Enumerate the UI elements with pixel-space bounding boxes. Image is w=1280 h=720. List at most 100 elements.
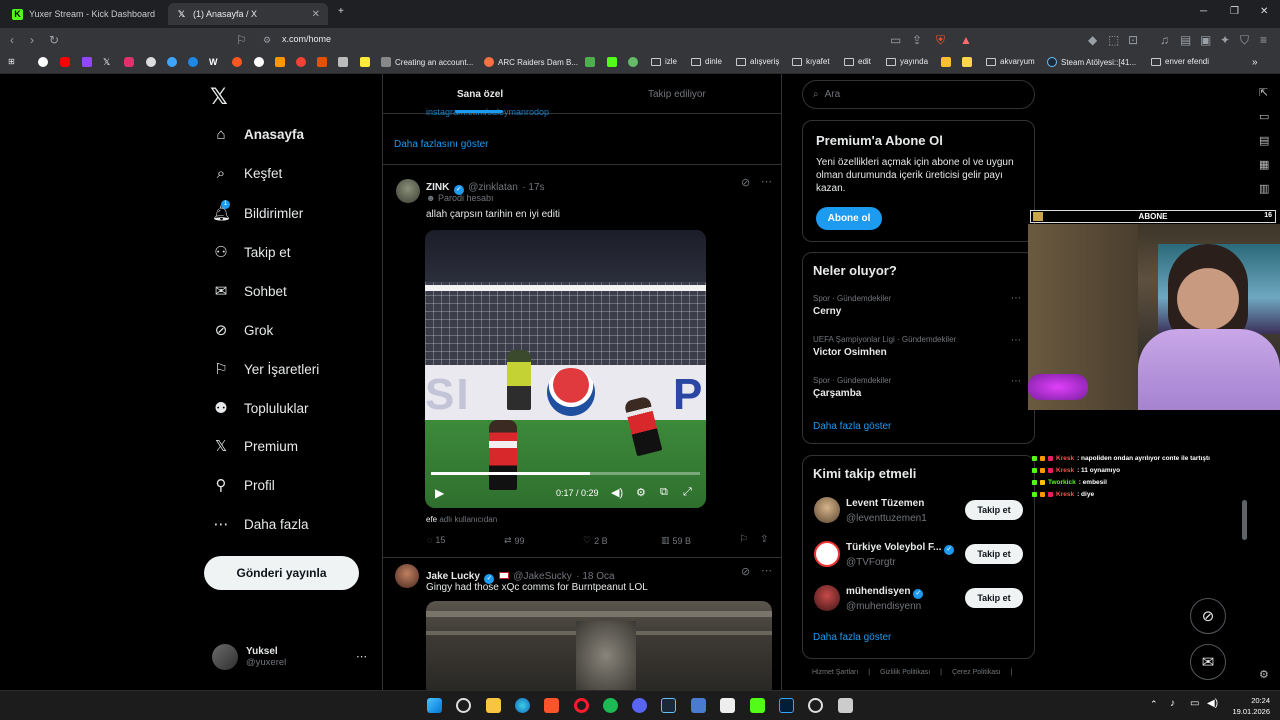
tab-x-home[interactable]: 𝕏 (1) Anasayfa / X ✕ (168, 3, 328, 25)
x-logo[interactable]: 𝕏 (210, 84, 228, 110)
tweet-handle[interactable]: @zinklatan (468, 182, 518, 193)
subscribe-button[interactable]: Abone ol (816, 207, 882, 230)
bookmark-site[interactable] (232, 57, 242, 67)
bookmark-site[interactable] (296, 57, 306, 67)
tweet-avatar[interactable] (396, 179, 420, 203)
who-show-more[interactable]: Daha fazla göster (813, 632, 891, 643)
app-icon[interactable] (838, 698, 853, 713)
screenshot-icon[interactable]: ⊡ (1128, 33, 1138, 47)
bookmark-site[interactable] (275, 57, 285, 67)
nav-profile[interactable]: ⚲ Profil (212, 476, 275, 494)
bookmark-site[interactable] (338, 57, 348, 67)
fullscreen-icon[interactable]: ⤢ (683, 486, 692, 499)
bookmark-site[interactable] (941, 57, 951, 67)
side-panel-icon[interactable]: ▭ (1259, 110, 1269, 123)
vpn-icon[interactable]: ◆ (1088, 33, 1097, 47)
suggested-user-name[interactable]: Levent Tüzemen (846, 498, 924, 509)
bookmark-twitch[interactable] (82, 57, 92, 67)
more-icon[interactable]: ⋯ (1011, 335, 1021, 346)
discord-icon[interactable] (632, 698, 647, 713)
tweet-author-name[interactable]: Jake Lucky (426, 571, 480, 582)
account-more-icon[interactable]: ⋯ (356, 650, 367, 663)
volume-icon[interactable]: ◀) (1207, 698, 1218, 709)
suggested-user-name[interactable]: mühendisyen ✓ (846, 586, 924, 599)
bookmark-site[interactable] (585, 57, 595, 67)
share-icon[interactable]: ⇪ (912, 33, 922, 47)
side-panel-icon[interactable]: ▤ (1259, 134, 1269, 147)
site-info-icon[interactable]: ⚙ (263, 35, 271, 46)
close-window-button[interactable]: ✕ (1260, 6, 1268, 17)
bookmark-github[interactable] (146, 57, 156, 67)
opera-icon[interactable] (574, 698, 589, 713)
picture-in-picture-icon[interactable]: ⧉ (660, 486, 668, 499)
follow-button[interactable]: Takip et (965, 500, 1023, 520)
minimize-button[interactable]: ─ (1200, 6, 1207, 17)
close-tab-icon[interactable]: ✕ (312, 9, 320, 20)
system-clock[interactable]: 20:24 19.01.2026 (1232, 695, 1270, 717)
grok-icon[interactable]: ⊘ (741, 565, 750, 578)
app-icon[interactable] (720, 698, 735, 713)
trend-item[interactable]: Spor · Gündemdekiler Cerny (813, 294, 891, 317)
avatar[interactable] (814, 585, 840, 611)
wallet-icon[interactable]: ▣ (1200, 33, 1211, 47)
reload-icon[interactable]: ↻ (49, 33, 59, 47)
bookmark-site[interactable] (360, 57, 370, 67)
share-icon[interactable]: ⇪ (760, 534, 768, 545)
trends-show-more[interactable]: Daha fazla göster (813, 421, 891, 432)
more-icon[interactable]: ⋯ (761, 564, 772, 577)
video-progress-track[interactable] (431, 472, 700, 475)
bookmark-site[interactable] (254, 57, 264, 67)
more-icon[interactable]: ⋯ (1011, 376, 1021, 387)
network-icon[interactable]: ▭ (1190, 698, 1199, 709)
edge-icon[interactable] (515, 698, 530, 713)
bookmark-site[interactable] (167, 57, 177, 67)
app-icon[interactable] (691, 698, 706, 713)
volume-icon[interactable]: ◀) (611, 486, 623, 499)
menu-icon[interactable]: ≡ (1260, 33, 1267, 47)
photoshop-icon[interactable] (779, 698, 794, 713)
account-switcher[interactable]: Yuksel @yuxerel (212, 644, 286, 670)
bookmark-folder-enver-efendi[interactable]: enver efendi (1151, 57, 1209, 66)
steam-icon[interactable] (661, 698, 676, 713)
tweet-time[interactable]: · 17s (522, 182, 544, 193)
play-icon[interactable]: ▶ (435, 486, 444, 500)
sidebar-icon[interactable]: ▤ (1180, 33, 1191, 47)
maximize-button[interactable]: ❐ (1230, 6, 1239, 17)
nav-explore[interactable]: ⌕ Keşfet (212, 165, 282, 182)
bookmark-youtube[interactable] (60, 57, 70, 67)
tab-for-you[interactable]: Sana özel (457, 89, 503, 100)
bookmark-google[interactable] (38, 57, 48, 67)
nav-premium[interactable]: 𝕏 Premium (212, 437, 298, 455)
nav-chat[interactable]: ✉ Sohbet (212, 282, 287, 300)
tweet-author-name[interactable]: ZINK (426, 182, 449, 193)
bookmark-site[interactable] (962, 57, 972, 67)
bookmark-icon[interactable]: ⚐ (739, 534, 748, 545)
scrollbar-thumb[interactable] (1242, 500, 1247, 540)
file-explorer-icon[interactable] (486, 698, 501, 713)
back-icon[interactable]: ‹ (10, 33, 14, 47)
forward-icon[interactable]: › (30, 33, 34, 47)
tweet-handle[interactable]: @JakeSucky (513, 571, 572, 582)
music-icon[interactable]: ♫ (1160, 33, 1169, 47)
repost-button[interactable]: ⇄ 99 (504, 535, 525, 546)
leo-ai-icon[interactable]: ✦ (1220, 33, 1230, 47)
avatar[interactable] (814, 497, 840, 523)
app-icon[interactable] (750, 698, 765, 713)
side-panel-icon[interactable]: ▦ (1259, 158, 1269, 171)
apps-icon[interactable]: ⊞ (8, 57, 15, 66)
trend-item[interactable]: UEFA Şampiyonlar Ligi · Gündemdekiler Vi… (813, 335, 956, 358)
settings-icon[interactable]: ⚙ (636, 486, 646, 499)
grok-float-button[interactable]: ⊘ (1190, 598, 1226, 634)
start-icon[interactable] (427, 698, 442, 713)
url-field[interactable]: x.com/home (282, 34, 331, 44)
new-tab-button[interactable]: + (338, 6, 344, 17)
microphone-icon[interactable]: ♪ (1170, 698, 1175, 709)
bookmark-folder-izle[interactable]: izle (651, 57, 677, 66)
bookmark-folder-dinle[interactable]: dinle (691, 57, 722, 66)
search-input[interactable]: ⌕ Ara (802, 80, 1035, 109)
more-icon[interactable]: ⋯ (761, 175, 772, 188)
bookmark-folder-kiyafet[interactable]: kıyafet (792, 57, 830, 66)
grok-icon[interactable]: ⊘ (741, 176, 750, 189)
tweet-video[interactable]: SI P ▶ 0:17 / 0:29 ◀) ⚙ ⧉ ⤢ (425, 230, 706, 508)
post-button[interactable]: Gönderi yayınla (204, 556, 359, 590)
